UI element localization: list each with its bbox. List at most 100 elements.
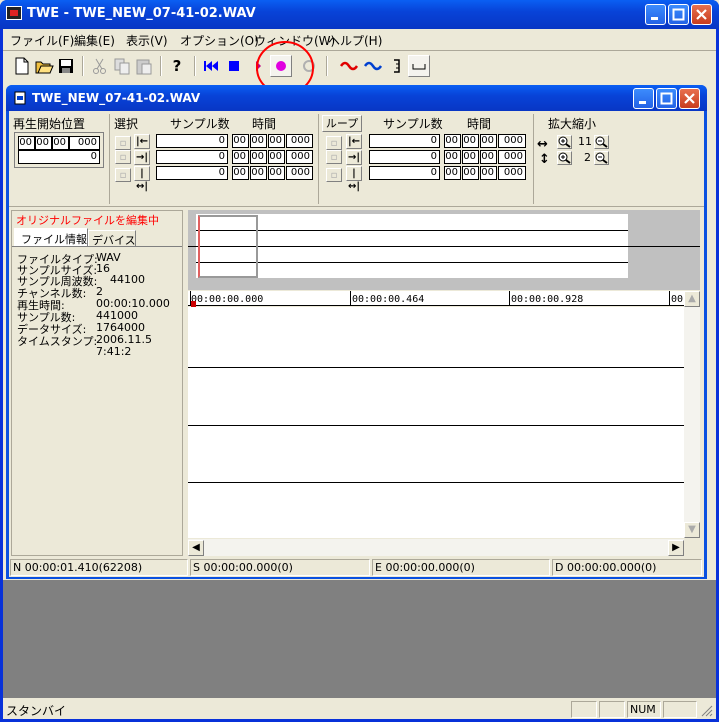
ruler-tick [350, 291, 351, 305]
selection-end-samples[interactable]: 0 [156, 150, 228, 164]
scroll-left-button[interactable]: ◀ [188, 540, 204, 556]
paste-button[interactable] [133, 55, 155, 77]
loop-end-h[interactable]: 00 [444, 150, 461, 164]
menu-help[interactable]: ヘルプ(H) [328, 32, 382, 49]
loop-length-s[interactable]: 00 [480, 166, 497, 180]
selection-lock-button[interactable]: ▫ [115, 150, 131, 164]
copy-button[interactable] [111, 55, 133, 77]
selection-end-button[interactable]: →| [134, 150, 150, 165]
selection-length-ms[interactable]: 000 [286, 166, 313, 180]
selection-start-button[interactable]: |← [134, 134, 150, 149]
playback-seconds[interactable]: 00 [52, 136, 69, 150]
stop-button[interactable] [223, 55, 245, 77]
selection-length-h[interactable]: 00 [232, 166, 249, 180]
menu-edit[interactable]: 編集(E) [74, 32, 115, 49]
zoom-out-vertical-button[interactable] [594, 151, 609, 165]
menu-options[interactable]: オプション(O) [180, 32, 259, 49]
loop-end-ms[interactable]: 000 [498, 150, 526, 164]
help-button[interactable]: ? [166, 55, 188, 77]
tab-file-info[interactable]: ファイル情報 [14, 228, 88, 246]
playback-hours[interactable]: 00 [18, 136, 35, 150]
loop-end-s[interactable]: 00 [480, 150, 497, 164]
child-close-button[interactable] [679, 88, 700, 109]
loop-start-samples[interactable]: 0 [369, 134, 440, 148]
menu-view[interactable]: 表示(V) [126, 32, 168, 49]
selection-lock-button[interactable]: ▫ [115, 136, 131, 150]
selection-start-h[interactable]: 00 [232, 134, 249, 148]
playback-minutes[interactable]: 00 [35, 136, 52, 150]
wave-blue-button[interactable] [362, 55, 384, 77]
save-button[interactable] [55, 55, 77, 77]
zoom-in-vertical-button[interactable] [557, 151, 572, 165]
loop-length-h[interactable]: 00 [444, 166, 461, 180]
loop-start-s[interactable]: 00 [480, 134, 497, 148]
child-minimize-button[interactable] [633, 88, 654, 109]
zoom-out-icon [595, 136, 608, 148]
loop-lock-button[interactable]: ▫ [326, 168, 342, 182]
selection-length-button[interactable]: |↔| [134, 166, 150, 192]
selection-start-ms[interactable]: 000 [286, 134, 313, 148]
minimize-button[interactable] [645, 4, 666, 25]
close-icon [696, 9, 707, 20]
open-file-button[interactable] [33, 55, 55, 77]
horizontal-zoom-value: 11 [578, 135, 592, 148]
selection-end-h[interactable]: 00 [232, 150, 249, 164]
zoom-label: 拡大縮小 [548, 117, 597, 131]
loop-start-ms[interactable]: 000 [498, 134, 526, 148]
zoom-out-horizontal-button[interactable] [594, 135, 609, 149]
selection-length-samples[interactable]: 0 [156, 166, 228, 180]
selection-end-ms[interactable]: 000 [286, 150, 313, 164]
wave-blue-icon [363, 61, 383, 71]
selection-end-m[interactable]: 00 [250, 150, 267, 164]
loop-start-m[interactable]: 00 [462, 134, 479, 148]
resize-grip-icon[interactable] [700, 704, 713, 717]
selection-length-s[interactable]: 00 [268, 166, 285, 180]
close-button[interactable] [691, 4, 712, 25]
playback-millis[interactable]: 000 [69, 136, 100, 150]
loop-length-m[interactable]: 00 [462, 166, 479, 180]
ruler-button[interactable] [408, 55, 430, 77]
loop-lock-button[interactable]: ▫ [326, 136, 342, 150]
zoom-in-horizontal-button[interactable] [557, 135, 572, 149]
child-maximize-button[interactable] [656, 88, 677, 109]
selection-end-s[interactable]: 00 [268, 150, 285, 164]
scroll-up-button[interactable]: ▲ [684, 291, 700, 307]
tab-device[interactable]: デバイス [88, 230, 136, 247]
marker-button[interactable] [386, 55, 408, 77]
loop-lock-button[interactable]: ▫ [326, 150, 342, 164]
scroll-down-button[interactable]: ▼ [684, 522, 700, 538]
scroll-right-button[interactable]: ▶ [668, 540, 684, 556]
overview-view-window[interactable] [198, 215, 258, 278]
panel-divider [109, 114, 110, 204]
lock-icon: ▫ [330, 152, 338, 163]
selection-start-s[interactable]: 00 [268, 134, 285, 148]
loop-end-m[interactable]: 00 [462, 150, 479, 164]
horizontal-scrollbar[interactable] [188, 539, 684, 556]
zoom-out-icon [595, 152, 608, 164]
loop-button[interactable]: ループ [322, 115, 362, 132]
loop-end-samples[interactable]: 0 [369, 150, 440, 164]
maximize-button[interactable] [668, 4, 689, 25]
arrow-left-icon: ◀ [192, 542, 200, 553]
selection-start-m[interactable]: 00 [250, 134, 267, 148]
loop-length-ms[interactable]: 000 [498, 166, 526, 180]
loop-length-samples[interactable]: 0 [369, 166, 440, 180]
skip-to-start-button[interactable] [200, 55, 222, 77]
playback-samples[interactable]: 0 [18, 150, 100, 164]
child-titlebar[interactable]: TWE_NEW_07-41-02.WAV [6, 85, 707, 111]
menu-file[interactable]: ファイル(F) [10, 32, 74, 49]
loop-start-button[interactable]: |← [346, 134, 362, 149]
main-titlebar[interactable]: TWE - TWE_NEW_07-41-02.WAV [0, 0, 719, 29]
cut-button[interactable] [89, 55, 111, 77]
selection-lock-button[interactable]: ▫ [115, 168, 131, 182]
wave-red-button[interactable] [338, 55, 360, 77]
loop-end-button[interactable]: →| [346, 150, 362, 165]
status-selection-start: S 00:00:00.000(0) [190, 559, 370, 576]
selection-length-m[interactable]: 00 [250, 166, 267, 180]
loop-start-h[interactable]: 00 [444, 134, 461, 148]
loop-length-button[interactable]: |↔| [346, 166, 362, 192]
new-file-button[interactable] [11, 55, 33, 77]
selection-start-samples[interactable]: 0 [156, 134, 228, 148]
waveform-view[interactable] [188, 307, 684, 538]
vertical-scrollbar[interactable] [684, 291, 700, 538]
